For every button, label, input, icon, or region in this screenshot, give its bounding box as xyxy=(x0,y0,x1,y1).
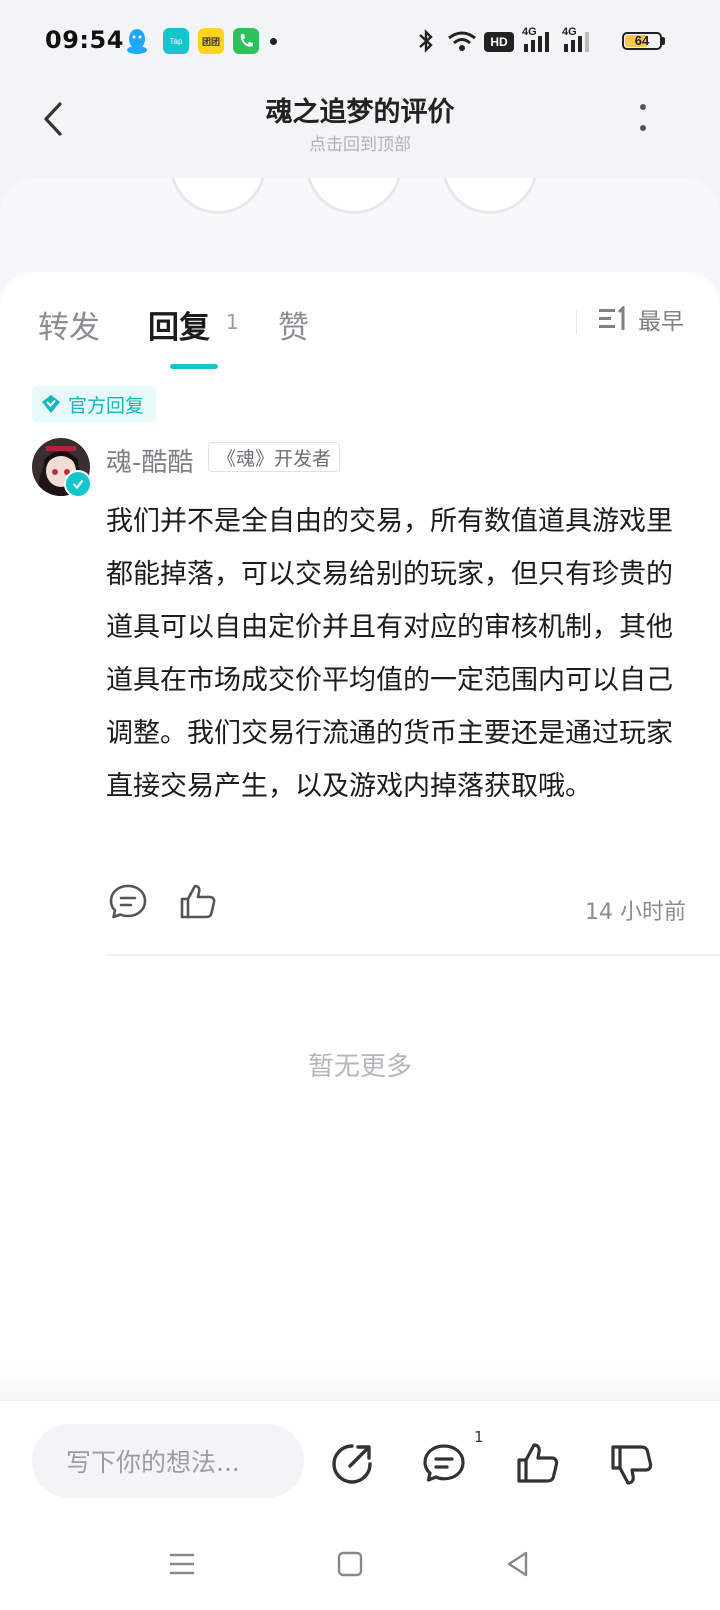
phone-icon xyxy=(233,28,259,54)
sort-label: 最早 xyxy=(638,309,684,335)
tab-replies-count: 1 xyxy=(226,310,239,334)
official-reply-label: 官方回复 xyxy=(68,394,145,417)
bluetooth-icon xyxy=(416,26,436,56)
developer-badge: 《魂》开发者 xyxy=(208,442,341,472)
ghost-action-icon xyxy=(442,178,538,214)
thumbs-up-icon xyxy=(517,1443,559,1483)
bottom-fade xyxy=(0,1360,720,1400)
diamond-check-icon xyxy=(42,395,60,413)
dislike-button[interactable] xyxy=(608,1440,656,1488)
comment-input[interactable]: 写下你的想法... xyxy=(32,1424,304,1498)
page-title[interactable]: 魂之追梦的评价 xyxy=(160,90,560,129)
comment-input-placeholder: 写下你的想法... xyxy=(66,1448,240,1477)
signal-icon-2: 4G xyxy=(562,26,596,56)
divider xyxy=(106,954,720,956)
sort-icon xyxy=(599,306,625,330)
comment-count-badge: 1 xyxy=(474,1428,484,1446)
tab-forward[interactable]: 转发 xyxy=(38,302,100,347)
ghost-action-icon xyxy=(306,178,402,214)
thumbs-down-icon xyxy=(611,1445,653,1485)
taptap-icon: Tap xyxy=(163,28,189,54)
hd-icon: HD xyxy=(484,32,514,52)
battery-icon: 64 xyxy=(622,32,662,50)
tab-replies[interactable]: 回复 xyxy=(148,302,210,347)
battery-level: 64 xyxy=(634,33,650,48)
official-reply-tag: 官方回复 xyxy=(32,386,157,422)
back-button[interactable] xyxy=(36,98,76,142)
reply-body: 我们并不是全自由的交易，所有数值道具游戏里都能掉落，可以交易给别的玩家，但只有珍… xyxy=(106,506,673,802)
more-options-button[interactable] xyxy=(636,104,650,144)
more-dot-icon xyxy=(640,104,646,110)
sort-button[interactable]: 最早 xyxy=(598,302,684,336)
like-button[interactable] xyxy=(514,1440,562,1488)
share-icon xyxy=(332,1444,372,1484)
reply-username[interactable]: 魂-酷酷 xyxy=(106,442,193,479)
verified-badge-icon xyxy=(64,470,92,498)
app-icon: 团团 xyxy=(198,28,224,54)
back-to-top-link[interactable]: 点击回到顶部 xyxy=(160,130,560,155)
menu-icon[interactable] xyxy=(164,1546,200,1582)
sort-divider xyxy=(576,310,577,334)
reply-timestamp: 14 小时前 xyxy=(585,900,686,925)
thumbs-up-icon xyxy=(180,884,216,919)
signal-icon: 4G xyxy=(522,26,556,56)
wifi-icon xyxy=(446,26,478,56)
reply-like-button[interactable] xyxy=(176,880,220,924)
comments-button[interactable] xyxy=(420,1440,468,1488)
reply-comment-button[interactable] xyxy=(106,880,150,924)
comment-icon xyxy=(109,884,147,919)
no-more-text: 暂无更多 xyxy=(307,1052,412,1082)
home-icon[interactable] xyxy=(332,1546,368,1582)
comment-icon xyxy=(423,1444,465,1482)
battery-cap xyxy=(662,37,665,45)
active-tab-indicator xyxy=(170,364,218,369)
notification-dot-icon xyxy=(270,38,277,45)
ghost-action-icon xyxy=(170,178,266,214)
share-button[interactable] xyxy=(328,1440,376,1488)
chevron-left-icon xyxy=(44,102,62,136)
tab-likes[interactable]: 赞 xyxy=(278,302,309,347)
qq-icon xyxy=(126,28,148,54)
back-nav-icon[interactable] xyxy=(500,1546,536,1582)
status-time: 09:54 xyxy=(45,26,124,54)
